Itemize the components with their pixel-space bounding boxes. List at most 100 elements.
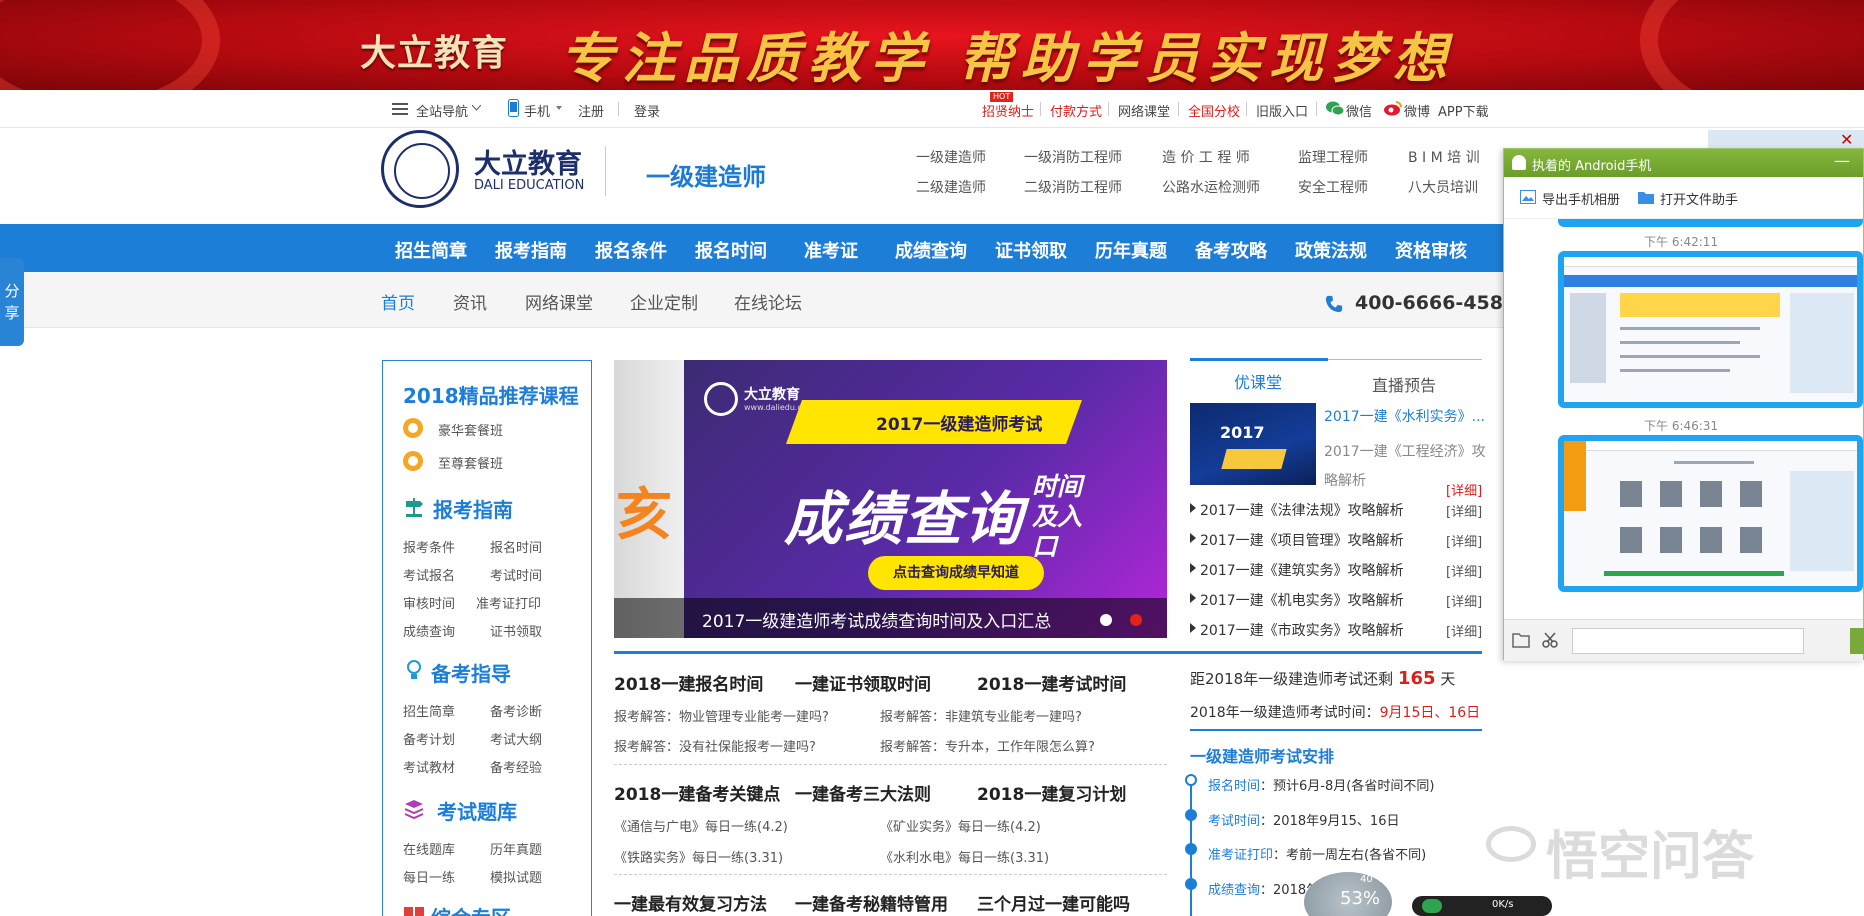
slide-caption[interactable]: 2017一级建造师考试成绩查询时间及入口汇总 [702, 607, 1051, 632]
schedule-title[interactable]: 一级建造师考试安排 [1190, 743, 1334, 767]
slider-dot[interactable] [1100, 614, 1112, 626]
chat-history[interactable]: 下午 6:42:11 下午 6:46:31 [1504, 219, 1863, 614]
article-link[interactable]: 2017一建《市政实务》攻略解析 [1200, 620, 1404, 640]
sidebar-link[interactable]: 考试报名 [403, 565, 455, 584]
news-headline[interactable]: 2018一建备考关键点 [614, 780, 780, 805]
header-link[interactable]: 二级消防工程师 [1024, 177, 1122, 197]
featured-link[interactable]: 2017一建《工程经济》攻 [1324, 441, 1486, 461]
old-version-link[interactable]: 旧版入口 [1256, 101, 1308, 120]
nav-item[interactable]: 报名时间 [695, 237, 767, 263]
featured-link[interactable]: 2017一建《水利实务》... [1324, 406, 1485, 426]
news-headline[interactable]: 一建证书领取时间 [795, 670, 931, 695]
sidebar-link[interactable]: 在线题库 [403, 839, 455, 858]
sidebar-link[interactable]: 考试教材 [403, 757, 455, 776]
news-link[interactable]: 报考解答：专升本，工作年限怎么算? [880, 736, 1095, 755]
sidebar-link[interactable]: 考试时间 [490, 565, 542, 584]
detail-link[interactable]: [详细] [1446, 501, 1482, 520]
banner-slider[interactable]: 亥 大立教育 www.daliedu.cn 2017一级建造师考试 成绩查询 时… [614, 360, 1167, 638]
careers-link[interactable]: HOT 招贤纳士 [982, 92, 1034, 120]
header-link[interactable]: 二级建造师 [916, 177, 986, 197]
news-headline[interactable]: 一建最有效复习方法 [614, 890, 767, 915]
nav-item[interactable]: 成绩查询 [895, 237, 967, 263]
detail-link[interactable]: [详细] [1446, 531, 1482, 550]
nav-item[interactable]: 准考证 [804, 237, 858, 263]
nav-item[interactable]: 证书领取 [995, 237, 1067, 263]
send-button[interactable] [1850, 628, 1864, 654]
sidebar-link[interactable]: 报考条件 [403, 537, 455, 556]
sidebar-link[interactable]: 备考经验 [490, 757, 542, 776]
news-link[interactable]: 《通信与广电》每日一练(4.2) [614, 816, 788, 835]
site-nav-link[interactable]: 全站导航 [416, 101, 468, 120]
message-input[interactable] [1572, 628, 1804, 654]
tab-youketang[interactable]: 优课堂 [1234, 369, 1282, 393]
article-link[interactable]: 2017一建《建筑实务》攻略解析 [1200, 560, 1404, 580]
course-link[interactable]: 豪华套餐班 [438, 420, 503, 439]
nav-item[interactable]: 报考指南 [495, 237, 567, 263]
sidebar-link[interactable]: 历年真题 [490, 839, 542, 858]
header-link[interactable]: 安全工程师 [1298, 177, 1368, 197]
open-helper-button[interactable]: 打开文件助手 [1660, 189, 1738, 208]
sidebar-link[interactable]: 准考证打印 [476, 593, 541, 612]
close-icon[interactable]: ✕ [1840, 130, 1853, 149]
sidebar-link[interactable]: 备考诊断 [490, 701, 542, 720]
sidebar-link[interactable]: 备考计划 [403, 729, 455, 748]
news-link[interactable]: 报考解答：物业管理专业能考一建吗? [614, 706, 829, 725]
nav-item[interactable]: 资格审核 [1395, 237, 1467, 263]
section-title[interactable]: 综合专区 [431, 902, 511, 916]
header-link[interactable]: 公路水运检测师 [1162, 177, 1260, 197]
subnav-enterprise[interactable]: 企业定制 [630, 289, 698, 314]
section-title[interactable]: 备考指导 [431, 658, 511, 687]
slide-cta-button[interactable]: 点击查询成绩早知道 [868, 556, 1044, 590]
message-screenshot[interactable] [1558, 435, 1863, 592]
weibo-link[interactable]: 微博 [1404, 101, 1430, 120]
subnav-online-class[interactable]: 网络课堂 [525, 289, 593, 314]
subnav-forum[interactable]: 在线论坛 [734, 289, 802, 314]
nav-item[interactable]: 历年真题 [1095, 237, 1167, 263]
detail-link[interactable]: [详细] [1446, 561, 1482, 580]
news-headline[interactable]: 三个月过一建可能吗 [977, 890, 1130, 915]
detail-link[interactable]: [详细] [1446, 480, 1482, 499]
news-link[interactable]: 《矿业实务》每日一练(4.2) [880, 816, 1041, 835]
nav-item[interactable]: 招生简章 [395, 237, 467, 263]
article-link[interactable]: 2017一建《机电实务》攻略解析 [1200, 590, 1404, 610]
message-screenshot[interactable] [1558, 251, 1863, 408]
news-headline[interactable]: 2018一建报名时间 [614, 670, 763, 695]
online-class-link[interactable]: 网络课堂 [1118, 101, 1170, 120]
network-meter[interactable]: 0K/s [1412, 896, 1552, 916]
sidebar-link[interactable]: 成绩查询 [403, 621, 455, 640]
detail-link[interactable]: [详细] [1446, 621, 1482, 640]
article-link[interactable]: 2017一建《法律法规》攻略解析 [1200, 500, 1404, 520]
header-link[interactable]: 八大员培训 [1408, 177, 1478, 197]
sidebar-link[interactable]: 模拟试题 [490, 867, 542, 886]
detail-link[interactable]: [详细] [1446, 591, 1482, 610]
course-thumbnail[interactable]: 2017 [1190, 403, 1316, 485]
header-link[interactable]: 一级消防工程师 [1024, 147, 1122, 167]
folder-outline-icon[interactable] [1512, 632, 1530, 648]
sidebar-link[interactable]: 报名时间 [490, 537, 542, 556]
featured-link-cont[interactable]: 略解析 [1324, 470, 1366, 490]
slider-dot-active[interactable] [1130, 614, 1142, 626]
header-link[interactable]: B I M 培 训 [1408, 147, 1480, 167]
minimize-button[interactable]: — [1834, 151, 1850, 170]
share-tab[interactable]: 分享 [0, 258, 24, 346]
wechat-link[interactable]: 微信 [1346, 101, 1372, 120]
section-title[interactable]: 报考指南 [433, 494, 513, 523]
article-link[interactable]: 2017一建《项目管理》攻略解析 [1200, 530, 1404, 550]
window-titlebar[interactable]: 执着的 Android手机 — [1504, 149, 1863, 177]
app-download-link[interactable]: APP下载 [1438, 101, 1489, 120]
header-link[interactable]: 造 价 工 程 师 [1162, 147, 1250, 167]
news-link[interactable]: 报考解答：没有社保能报考一建吗? [614, 736, 816, 755]
nav-item[interactable]: 备考攻略 [1195, 237, 1267, 263]
sidebar-link[interactable]: 招生简章 [403, 701, 455, 720]
nav-item[interactable]: 政策法规 [1295, 237, 1367, 263]
site-logo[interactable] [381, 130, 459, 208]
news-headline[interactable]: 2018一建复习计划 [977, 780, 1126, 805]
export-album-button[interactable]: 导出手机相册 [1542, 189, 1620, 208]
mobile-link[interactable]: 手机 [524, 101, 550, 120]
subnav-home[interactable]: 首页 [381, 289, 415, 314]
news-headline[interactable]: 一建备考秘籍特管用 [795, 890, 948, 915]
news-link[interactable]: 《铁路实务》每日一练(3.31) [614, 847, 783, 866]
course-link[interactable]: 至尊套餐班 [438, 453, 503, 472]
section-title[interactable]: 考试题库 [437, 796, 517, 825]
sidebar-link[interactable]: 考试大纲 [490, 729, 542, 748]
